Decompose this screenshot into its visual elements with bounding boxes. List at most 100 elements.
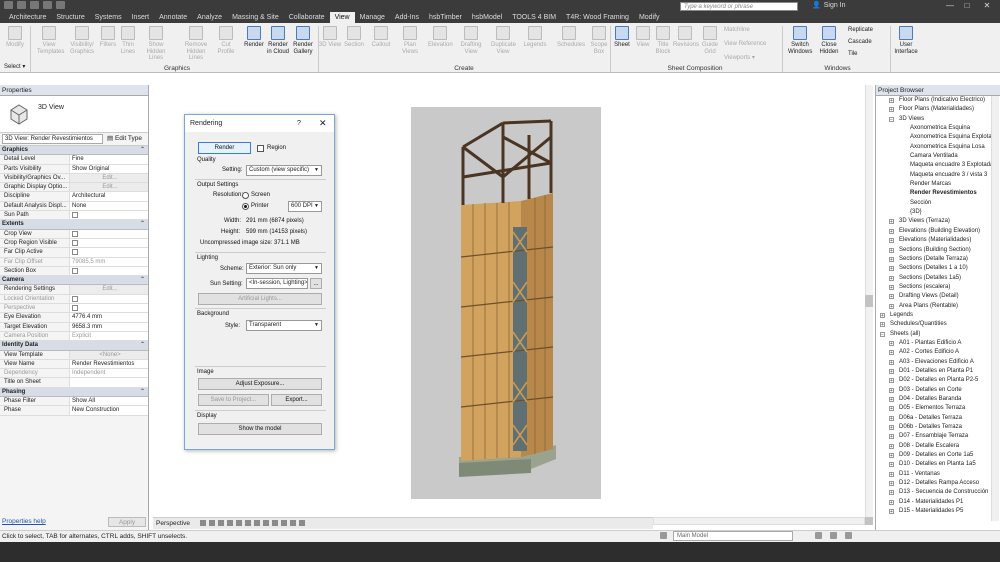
editable-only-icon[interactable]	[830, 532, 837, 539]
view-templates-button[interactable]: View Templates	[37, 26, 64, 55]
tab-hsbmodel[interactable]: hsbModel	[467, 12, 507, 23]
browser-item[interactable]: + D15 - Materialidades P5	[876, 507, 1000, 516]
prop-checkbox[interactable]	[70, 294, 148, 304]
browser-item[interactable]: + D04 - Detalles Baranda	[876, 395, 1000, 404]
dpi-select[interactable]: 600 DPI ▼	[288, 201, 322, 212]
collapse-icon[interactable]: ⌃	[140, 388, 145, 397]
collapse-icon[interactable]: ⌃	[140, 146, 145, 155]
prop-checkbox[interactable]	[70, 229, 148, 238]
undo-icon[interactable]	[30, 1, 39, 9]
expand-icon[interactable]: +	[889, 107, 894, 113]
worksets-icon[interactable]	[660, 532, 667, 539]
tile-button[interactable]: Tile	[848, 50, 857, 58]
browser-item[interactable]: − Sheets (all)	[876, 330, 1000, 339]
view-dropdown[interactable]: 3D View: Render Revestimientos	[2, 134, 103, 144]
type-selector[interactable]: 3D View	[0, 96, 148, 133]
visibility-graphics-button[interactable]: Visibility/ Graphics	[70, 26, 94, 55]
prop-group-graphics[interactable]: Graphics ⌃	[0, 146, 148, 156]
expand-icon[interactable]: +	[889, 406, 894, 412]
cut-profile-button[interactable]: Cut Profile	[214, 26, 238, 55]
render-gallery-button[interactable]: Render Gallery	[291, 26, 315, 55]
3d-view-button[interactable]: 3D View	[318, 26, 342, 49]
collapse-icon[interactable]: ⌃	[140, 276, 145, 285]
duplicate-view-button[interactable]: Duplicate View	[491, 26, 516, 55]
prop-value[interactable]: 9658.3 mm	[70, 322, 148, 331]
browser-item[interactable]: Axonometrica Esquina Losa	[876, 143, 1000, 152]
browser-item[interactable]: Maqueta encuadre 3 / vista 3	[876, 171, 1000, 180]
browser-item[interactable]: + Sections (Detalles 1 a 10)	[876, 264, 1000, 273]
show-model-button[interactable]: Show the model	[198, 423, 322, 435]
browser-scrollbar[interactable]	[991, 96, 999, 521]
render-in-cloud-button[interactable]: Render in Cloud	[266, 26, 290, 55]
browser-item[interactable]: + D02 - Detalles en Planta P2-5	[876, 376, 1000, 385]
crop-region-icon[interactable]	[262, 520, 269, 527]
tab-manage[interactable]: Manage	[355, 12, 390, 23]
browser-item[interactable]: + D08 - Detalle Escalera	[876, 442, 1000, 451]
printer-radio[interactable]	[242, 203, 249, 210]
export-button[interactable]: Export...	[271, 394, 322, 406]
prop-value[interactable]: Fine	[70, 155, 148, 164]
prop-value[interactable]: Architectural	[70, 192, 148, 201]
prop-value[interactable]: Show Original	[70, 164, 148, 173]
prop-value[interactable]: Independent	[70, 369, 148, 378]
lock-3d-icon[interactable]	[271, 520, 278, 527]
thin-lines-button[interactable]: Thin Lines	[116, 26, 140, 55]
remove-hidden-lines-button[interactable]: Remove Hidden Lines	[184, 26, 208, 62]
browser-item[interactable]: + D14 - Materialidades P1	[876, 498, 1000, 507]
maximize-button[interactable]: □	[962, 1, 972, 11]
tab-systems[interactable]: Systems	[90, 12, 127, 23]
browser-item[interactable]: + Sections (Detalles 1a5)	[876, 274, 1000, 283]
expand-icon[interactable]: +	[889, 499, 894, 505]
browser-item[interactable]: + D13 - Secuencia de Construcción	[876, 488, 1000, 497]
tab-collaborate[interactable]: Collaborate	[284, 12, 330, 23]
collapse-icon[interactable]: ⌃	[140, 341, 145, 350]
browser-item[interactable]: + D05 - Elementos Terraza	[876, 404, 1000, 413]
visual-style-icon[interactable]	[217, 520, 224, 527]
prop-value[interactable]: Explicit	[70, 331, 148, 341]
expand-icon[interactable]: +	[889, 359, 894, 365]
sign-in-button[interactable]: 👤 Sign In	[812, 1, 846, 11]
collapse-icon[interactable]: ⌃	[140, 220, 145, 229]
render-dialog-icon[interactable]	[244, 520, 251, 527]
browser-item[interactable]: + D06a - Detalles Terraza	[876, 414, 1000, 423]
expand-icon[interactable]: +	[889, 443, 894, 449]
browser-item[interactable]: + Floor Plans (Indicativo Electrico)	[876, 96, 1000, 105]
revisions-button[interactable]: Revisions	[673, 26, 699, 49]
prop-value[interactable]: 79085.5 mm	[70, 257, 148, 266]
tab-add-ins[interactable]: Add-Ins	[390, 12, 424, 23]
vertical-scroll-thumb[interactable]	[865, 295, 873, 307]
expand-icon[interactable]: +	[889, 98, 894, 104]
tab-tools-4-bim[interactable]: TOOLS 4 BIM	[507, 12, 561, 23]
tab-annotate[interactable]: Annotate	[154, 12, 192, 23]
expand-icon[interactable]: +	[889, 340, 894, 346]
browser-item[interactable]: Maqueta encuadre 3 Explotada	[876, 161, 1000, 170]
scale-icon[interactable]	[199, 520, 206, 527]
browser-item[interactable]: Render Revestimientos	[876, 189, 1000, 198]
expand-icon[interactable]: +	[880, 312, 885, 318]
browser-item[interactable]: + D06b - Detalles Terraza	[876, 423, 1000, 432]
browser-item[interactable]: +3D Views (Terraza)	[876, 217, 1000, 226]
shadows-icon[interactable]	[235, 520, 242, 527]
expand-icon[interactable]: +	[889, 471, 894, 477]
expand-icon[interactable]: +	[880, 322, 885, 328]
sun-setting-field[interactable]: <In-session, Lighting>	[246, 278, 308, 289]
edit-type-button[interactable]: ▤ Edit Type	[107, 134, 142, 144]
prop-value[interactable]	[70, 378, 148, 387]
design-options-icon[interactable]	[815, 532, 822, 539]
print-icon[interactable]	[56, 1, 65, 9]
prop-group-camera[interactable]: Camera ⌃	[0, 276, 148, 286]
tab-architecture[interactable]: Architecture	[4, 12, 51, 23]
expand-icon[interactable]: +	[889, 294, 894, 300]
analytical-icon[interactable]	[298, 520, 305, 527]
scope-box-button[interactable]: Scope Box	[587, 26, 611, 55]
matchline-button[interactable]: Matchline	[724, 26, 750, 34]
browser-item[interactable]: Axonometrica Esquina	[876, 124, 1000, 133]
elevation-button[interactable]: Elevation	[428, 26, 453, 49]
tab-modify[interactable]: Modify	[634, 12, 665, 23]
tab-view[interactable]: View	[329, 12, 355, 23]
save-to-project-button[interactable]: Save to Project...	[198, 394, 269, 406]
expand-icon[interactable]: +	[889, 509, 894, 515]
expand-icon[interactable]: +	[889, 490, 894, 496]
expand-icon[interactable]: +	[889, 434, 894, 440]
crop-icon[interactable]	[253, 520, 260, 527]
